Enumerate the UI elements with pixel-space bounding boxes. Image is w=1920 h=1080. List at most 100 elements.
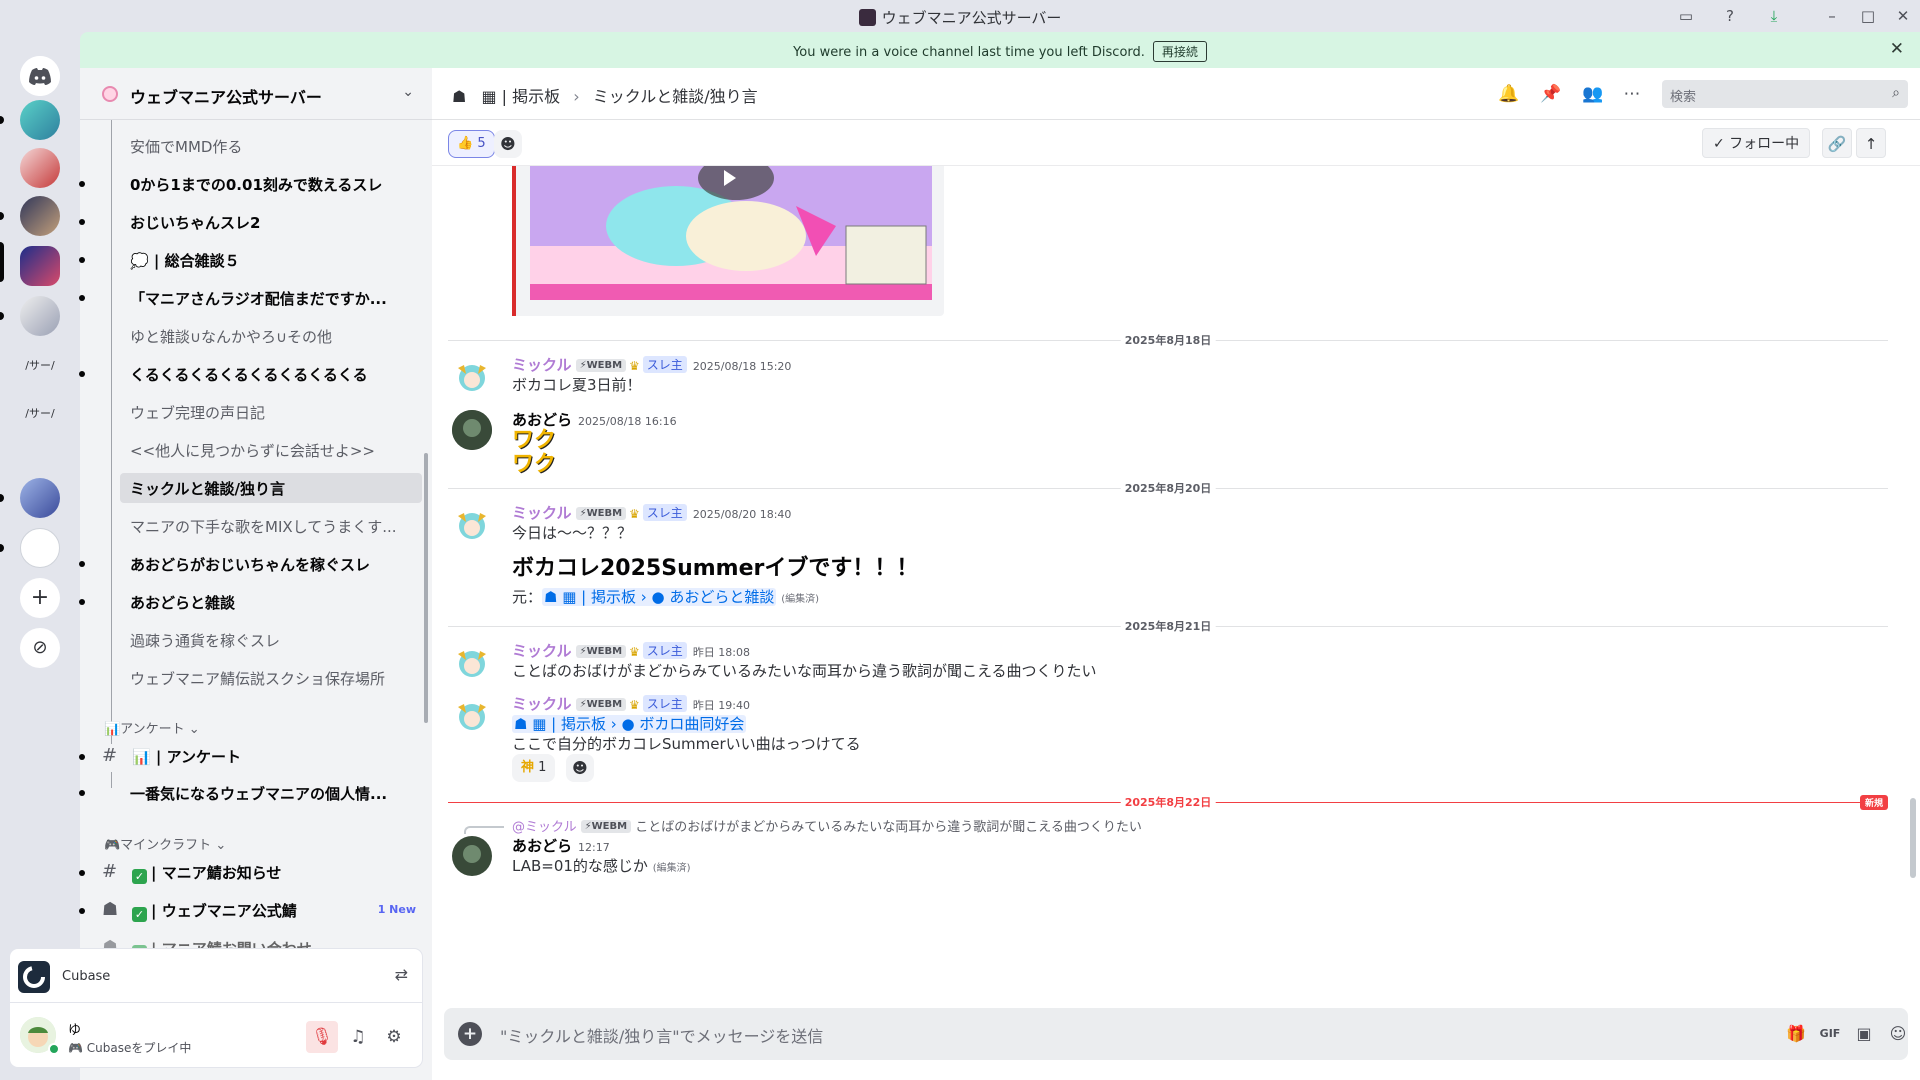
- thread-item[interactable]: あおどらと雑談: [79, 587, 432, 617]
- avatar[interactable]: [452, 695, 492, 735]
- thread-item[interactable]: あおどらがおじいちゃんを稼ぐスレ: [79, 549, 432, 579]
- more-icon[interactable]: ⋯: [1622, 84, 1642, 104]
- headphones-icon[interactable]: ♫: [342, 1021, 374, 1053]
- channel-mc-announcements[interactable]: # ✓ | マニア鯖お知らせ: [79, 856, 432, 888]
- guild-icon-5[interactable]: [20, 296, 60, 336]
- author-name[interactable]: ミックル: [512, 504, 572, 522]
- channel-survey[interactable]: # 📊 | アンケート: [79, 740, 432, 772]
- emoji-icon[interactable]: ☺: [1886, 1022, 1910, 1046]
- sticker-text: ワク: [512, 452, 557, 477]
- thread-item[interactable]: 安価でMMD作る: [80, 131, 432, 161]
- thread-item[interactable]: くるくるくるくるくるくるくるくる: [79, 359, 432, 389]
- guild-icon-3[interactable]: [20, 196, 60, 236]
- reply-spine: [464, 826, 504, 834]
- thread-title: ミックルと雑談/独り言: [592, 87, 758, 106]
- thread-item[interactable]: 一番気になるウェブマニアの個人情...: [79, 778, 432, 808]
- author-name[interactable]: あおどら: [512, 837, 572, 855]
- avatar[interactable]: [452, 410, 492, 450]
- thread-item-selected[interactable]: ミックルと雑談/独り言: [80, 473, 432, 503]
- settings-gear-icon[interactable]: ⚙: [378, 1021, 410, 1053]
- close-banner-icon[interactable]: ✕: [1890, 39, 1904, 59]
- video-embed[interactable]: [512, 166, 944, 316]
- pin-icon[interactable]: 📌: [1540, 84, 1561, 104]
- avatar[interactable]: [452, 836, 492, 876]
- server-tag[interactable]: ⚡WEBM: [575, 507, 627, 520]
- sticker-icon[interactable]: ▣: [1852, 1022, 1876, 1046]
- avatar[interactable]: [452, 642, 492, 682]
- add-server-icon[interactable]: +: [20, 578, 60, 618]
- activity-panel[interactable]: Cubase ⇄: [10, 949, 422, 1003]
- thread-item[interactable]: ウェブ完理の声日記: [80, 397, 432, 427]
- thread-item[interactable]: おじいちゃんスレ2: [79, 207, 432, 237]
- channel-mention[interactable]: ☗ ▦ | 掲示板 › ● あおどらと雑談: [542, 588, 777, 606]
- thread-item[interactable]: ゆと雑談∪なんかやろ∪その他: [80, 321, 432, 351]
- inbox-icon[interactable]: ▭: [1676, 6, 1696, 26]
- server-tag[interactable]: ⚡WEBM: [575, 359, 627, 372]
- server-tag[interactable]: ⚡WEBM: [575, 645, 627, 658]
- add-reaction-icon[interactable]: ☻: [566, 754, 594, 782]
- jump-up-icon[interactable]: ↑: [1856, 128, 1886, 158]
- download-icon[interactable]: ⤓: [1764, 6, 1784, 26]
- role-badge: スレ主: [642, 504, 687, 521]
- author-name[interactable]: あおどら: [512, 411, 572, 429]
- avatar[interactable]: [452, 356, 492, 396]
- search-bar[interactable]: 検索 ⌕: [1662, 80, 1908, 108]
- help-icon[interactable]: ?: [1720, 6, 1740, 26]
- thread-item[interactable]: マニアの下手な歌をMIXしてうまくす...: [80, 511, 432, 541]
- category-minecraft[interactable]: 🎮マインクラフト ⌄: [104, 834, 226, 853]
- thread-item[interactable]: 0から1までの0.01刻みで数えるスレ: [79, 169, 432, 199]
- messages-scrollbar[interactable]: [1910, 798, 1916, 878]
- guild-icon-webmania[interactable]: [20, 246, 60, 286]
- thread-item[interactable]: <<他人に見つからずに会話せよ>>: [80, 435, 432, 465]
- chevron-down-icon[interactable]: ⌄: [402, 84, 414, 100]
- author-name[interactable]: ミックル: [512, 695, 572, 713]
- thread-item[interactable]: 過疎う通貨を稼ぐスレ: [80, 625, 432, 655]
- mute-mic-icon[interactable]: 🎙: [306, 1021, 338, 1053]
- author-name[interactable]: ミックル: [512, 356, 572, 374]
- message-text: ボカコレ夏3日前！: [512, 376, 642, 394]
- avatar[interactable]: [452, 504, 492, 544]
- reconnect-button[interactable]: 再接続: [1152, 41, 1207, 62]
- unread-dot: [79, 790, 85, 796]
- server-tag[interactable]: ⚡WEBM: [575, 698, 627, 711]
- sidebar-scrollbar[interactable]: [424, 453, 428, 723]
- bell-icon[interactable]: 🔔: [1498, 84, 1519, 104]
- search-input[interactable]: 検索: [1670, 86, 1696, 105]
- edited-label: (編集済): [781, 594, 820, 605]
- guild-folder-1[interactable]: /サー/: [20, 346, 60, 386]
- maximize-icon[interactable]: □: [1858, 6, 1878, 26]
- minimize-icon[interactable]: –: [1822, 6, 1842, 26]
- guild-icon-9[interactable]: [20, 528, 60, 568]
- gif-icon[interactable]: GIF: [1818, 1022, 1842, 1046]
- server-header[interactable]: ウェブマニア公式サーバー ⌄: [80, 68, 432, 120]
- forum-channel-link[interactable]: ▦ | 掲示板: [481, 87, 560, 106]
- copy-link-icon[interactable]: 🔗: [1822, 128, 1852, 158]
- author-name[interactable]: ミックル: [512, 642, 572, 660]
- thread-item[interactable]: ウェブマニア鯖伝説スクショ保存場所: [80, 663, 432, 693]
- reaction-thumbs-up[interactable]: 👍 5: [448, 130, 495, 158]
- guild-icon-1[interactable]: [20, 100, 60, 140]
- channel-mc-official[interactable]: ☗ ✓ | ウェブマニア公式鯖 1 New: [79, 894, 432, 926]
- thread-item[interactable]: 💭 | 総合雑談５: [79, 245, 432, 275]
- attach-plus-icon[interactable]: +: [458, 1022, 482, 1046]
- members-icon[interactable]: 👥: [1582, 84, 1603, 104]
- reaction-kami[interactable]: 神 1: [512, 754, 556, 782]
- discover-icon[interactable]: ⊘: [20, 628, 60, 668]
- timestamp: 2025/08/18 16:16: [578, 415, 677, 428]
- category-survey[interactable]: 📊アンケート ⌄: [104, 718, 200, 737]
- follow-button[interactable]: ✓ フォロー中: [1702, 128, 1811, 158]
- message-header: あおどら 2025/08/18 16:16: [512, 409, 677, 430]
- guild-icon-8[interactable]: [20, 478, 60, 518]
- message-input[interactable]: "ミックルと雑談/独り言"でメッセージを送信: [500, 1023, 823, 1047]
- close-window-icon[interactable]: ✕: [1893, 6, 1913, 26]
- screen-share-icon[interactable]: ⇄: [395, 965, 408, 984]
- channel-mention[interactable]: ☗ ▦ | 掲示板 › ● ボカロ曲同好会: [512, 715, 747, 733]
- guild-folder-2[interactable]: /サー/: [20, 394, 60, 434]
- thread-item[interactable]: 「マニアさんラジオ配信まだですか...: [79, 283, 432, 313]
- reply-preview[interactable]: @ミックル ⚡WEBM ことばのおばけがまどからみているみたいな両耳から違う歌詞が…: [464, 816, 1142, 835]
- discord-home-icon[interactable]: [20, 56, 60, 96]
- guild-icon-2[interactable]: [20, 148, 60, 188]
- guild-pill: [0, 212, 4, 220]
- add-reaction-icon[interactable]: ☻: [494, 130, 522, 158]
- gift-icon[interactable]: 🎁: [1784, 1022, 1808, 1046]
